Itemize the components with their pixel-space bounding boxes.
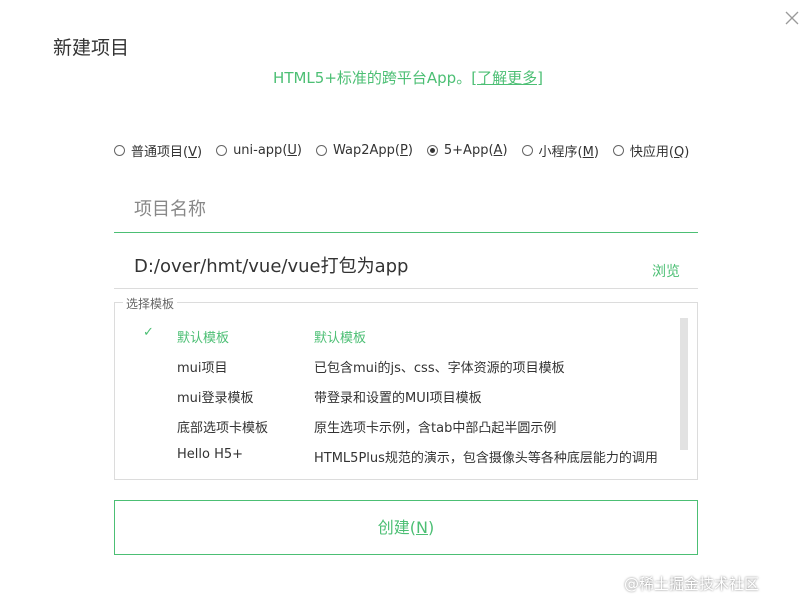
radio-icon-checked[interactable] (426, 145, 438, 156)
project-path-row: D:/over/hmt/vue/vue打包为app 浏览 (114, 241, 698, 289)
radio-icon[interactable] (521, 145, 533, 156)
template-list: ✓ 默认模板 默认模板 mui项目 已包含mui的js、css、字体资源的项目模… (115, 320, 685, 470)
project-name-input[interactable] (114, 186, 698, 233)
template-group: 选择模板 ✓ 默认模板 默认模板 mui项目 已包含mui的js、css、字体资… (114, 295, 698, 480)
template-group-legend: 选择模板 (123, 295, 178, 312)
template-item-mui[interactable]: mui项目 已包含mui的js、css、字体资源的项目模板 (115, 350, 685, 380)
type-option-wap2app[interactable]: Wap2App(P) (315, 143, 413, 158)
watermark: @稀土掘金技术社区 (624, 575, 760, 593)
type-label: 小程序(M) (538, 145, 599, 160)
type-label: Wap2App(P) (332, 143, 413, 158)
learn-more-link[interactable]: [了解更多] (471, 69, 543, 87)
template-name: Hello H5+ (177, 447, 244, 462)
type-option-uni-app[interactable]: uni-app(U) (216, 143, 302, 158)
radio-icon[interactable] (315, 145, 327, 156)
template-name: 底部选项卡模板 (177, 421, 269, 436)
dialog-title: 新建项目 (53, 37, 130, 59)
project-type-group: 普通项目(V) uni-app(U) Wap2App(P) 5+App(A) 小… (114, 141, 689, 160)
template-desc: 已包含mui的js、css、字体资源的项目模板 (314, 361, 565, 376)
template-desc: HTML5Plus规范的演示，包含摄像头等各种底层能力的调用 (314, 451, 658, 466)
create-button[interactable]: 创建(N) (114, 500, 698, 555)
type-label: uni-app(U) (233, 143, 302, 158)
template-name: 默认模板 (177, 331, 230, 346)
type-label: 普通项目(V) (131, 145, 203, 160)
type-option-mini-program[interactable]: 小程序(M) (521, 141, 599, 160)
project-path[interactable]: D:/over/hmt/vue/vue打包为app (134, 252, 408, 278)
subtitle-text: HTML5+标准的跨平台App。 (273, 69, 472, 87)
type-label: 5+App(A) (443, 143, 508, 158)
type-option-normal[interactable]: 普通项目(V) (114, 141, 202, 160)
type-label: 快应用(Q) (629, 145, 690, 160)
template-desc: 默认模板 (314, 331, 367, 346)
radio-icon[interactable] (114, 145, 125, 156)
template-scrollbar[interactable] (680, 318, 688, 450)
check-icon: ✓ (143, 325, 154, 340)
template-item-mui-login[interactable]: mui登录模板 带登录和设置的MUI项目模板 (115, 380, 685, 410)
close-icon[interactable] (784, 10, 800, 26)
subtitle: HTML5+标准的跨平台App。[了解更多] (0, 67, 808, 88)
template-desc: 原生选项卡示例，含tab中部凸起半圆示例 (314, 421, 557, 436)
radio-icon[interactable] (216, 145, 228, 156)
template-name: mui项目 (177, 361, 228, 376)
template-item-default[interactable]: ✓ 默认模板 默认模板 (115, 320, 685, 350)
type-option-5plus-app[interactable]: 5+App(A) (426, 143, 508, 158)
template-item-bottom-tab[interactable]: 底部选项卡模板 原生选项卡示例，含tab中部凸起半圆示例 (115, 410, 685, 440)
browse-button[interactable]: 浏览 (652, 261, 680, 281)
type-option-quick-app[interactable]: 快应用(Q) (612, 141, 690, 160)
template-item-hello-h5plus[interactable]: Hello H5+ HTML5Plus规范的演示，包含摄像头等各种底层能力的调用 (115, 440, 685, 470)
template-desc: 带登录和设置的MUI项目模板 (314, 391, 482, 406)
template-name: mui登录模板 (177, 391, 254, 406)
radio-icon[interactable] (612, 145, 624, 156)
